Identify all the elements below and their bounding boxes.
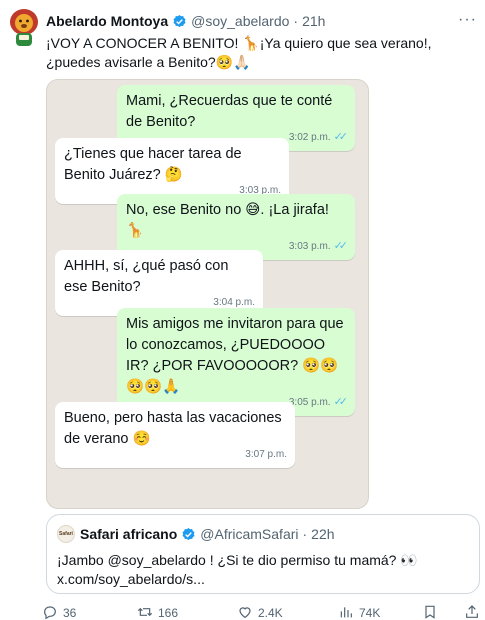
quoted-tweet[interactable]: Safari Safari africano @AfricamSafari · …	[46, 514, 480, 594]
repost-count: 166	[158, 606, 179, 620]
bookmark-button[interactable]	[422, 604, 438, 620]
message-text: Mis amigos me invitaron para que lo cono…	[126, 316, 344, 395]
chat-message: Mis amigos me invitaron para que lo cono…	[117, 308, 355, 416]
chat-message: Bueno, pero hasta las vacaciones de vera…	[55, 402, 295, 468]
share-icon	[464, 604, 480, 620]
separator-dot: ·	[293, 13, 299, 29]
verified-badge-icon	[172, 14, 187, 29]
separator-dot: ·	[302, 526, 308, 542]
message-time: 3:07 p.m.	[245, 449, 287, 460]
action-bar: 36 166 2.4K 74K	[40, 603, 484, 620]
views-button[interactable]: 74K	[338, 604, 380, 620]
repost-icon	[137, 604, 153, 620]
quoted-link[interactable]: x.com/soy_abelardo/s...	[57, 570, 469, 589]
quoted-header: Safari africano @AfricamSafari · 22h	[80, 526, 335, 542]
chat-screenshot[interactable]: Mami, ¿Recuerdas que te conté de Benito?…	[46, 79, 369, 509]
author-name[interactable]: Abelardo Montoya	[46, 13, 168, 29]
message-text: AHHH, sí, ¿qué pasó con ese Benito?	[64, 258, 229, 295]
reply-count: 36	[63, 606, 77, 620]
views-icon	[338, 604, 354, 620]
quoted-text-line: ¡Jambo @soy_abelardo ! ¿Si te dio permis…	[57, 552, 418, 568]
message-time: 3:05 p.m.	[288, 397, 331, 408]
tweet-header: Abelardo Montoya @soy_abelardo · 21h ···	[46, 11, 477, 31]
read-ticks-icon: ✓✓	[333, 131, 349, 143]
quoted-author-name[interactable]: Safari africano	[80, 526, 177, 542]
message-text: Mami, ¿Recuerdas que te conté de Benito?	[126, 93, 333, 130]
quoted-handle[interactable]: @AfricamSafari	[200, 526, 298, 542]
more-options-button[interactable]: ···	[458, 11, 477, 29]
reply-icon	[42, 604, 58, 620]
reply-button[interactable]: 36	[42, 604, 76, 620]
author-handle[interactable]: @soy_abelardo	[191, 13, 289, 29]
verified-badge-icon	[181, 527, 196, 542]
quoted-avatar[interactable]: Safari	[57, 525, 75, 543]
quoted-timestamp[interactable]: 22h	[311, 526, 334, 542]
views-count: 74K	[359, 606, 381, 620]
bookmark-icon	[422, 604, 438, 620]
message-time: 3:03 p.m.	[288, 241, 331, 252]
read-ticks-icon: ✓✓	[333, 396, 349, 408]
repost-button[interactable]: 166	[137, 604, 178, 620]
read-ticks-icon: ✓✓	[333, 240, 349, 252]
share-button[interactable]	[464, 604, 480, 620]
tweet-timestamp[interactable]: 21h	[302, 13, 325, 29]
message-time: 3:02 p.m.	[288, 132, 331, 143]
message-text: Bueno, pero hasta las vacaciones de vera…	[64, 410, 282, 447]
quoted-text: ¡Jambo @soy_abelardo ! ¿Si te dio permis…	[57, 551, 469, 589]
heart-icon	[237, 604, 253, 620]
tweet-text: ¡VOY A CONOCER A BENITO! 🦒¡Ya quiero que…	[46, 35, 432, 70]
like-count: 2.4K	[258, 606, 283, 620]
message-text: No, ese Benito no 😅. ¡La jirafa! 🦒	[126, 202, 329, 239]
chat-message: AHHH, sí, ¿qué pasó con ese Benito? 3:04…	[55, 250, 263, 316]
like-button[interactable]: 2.4K	[237, 604, 283, 620]
avatar[interactable]	[7, 8, 41, 48]
message-text: ¿Tienes que hacer tarea de Benito Juárez…	[64, 146, 242, 183]
